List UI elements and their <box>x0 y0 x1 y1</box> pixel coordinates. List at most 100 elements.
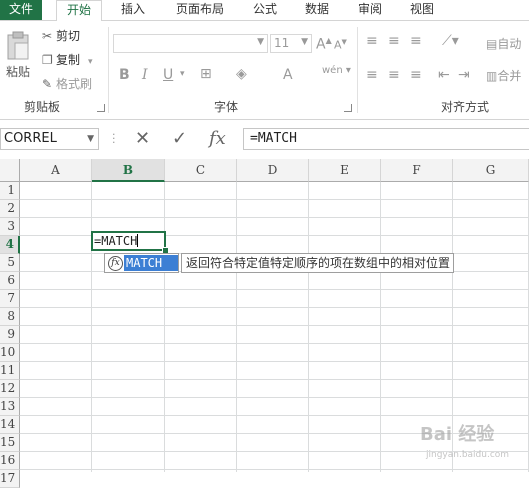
align-center-icon[interactable]: ≡ <box>388 67 400 83</box>
bold-button[interactable]: B <box>119 67 130 83</box>
row-header[interactable]: 3 <box>0 218 20 236</box>
align-middle-icon[interactable]: ≡ <box>388 33 400 49</box>
row-header[interactable]: 2 <box>0 200 20 218</box>
divider <box>108 27 109 113</box>
align-left-icon[interactable]: ≡ <box>366 67 378 83</box>
tab-formulas[interactable]: 公式 <box>245 0 285 21</box>
row-header[interactable]: 5 <box>0 254 20 272</box>
paste-button[interactable]: 粘贴 <box>6 63 30 80</box>
row-header[interactable]: 14 <box>0 416 20 434</box>
font-group-label: 字体 <box>214 100 239 114</box>
phonetic-icon: wén <box>322 65 343 76</box>
format-painter-label: 格式刷 <box>56 77 93 91</box>
tab-insert[interactable]: 插入 <box>112 0 154 21</box>
row-header-selected[interactable]: 4 <box>0 236 20 254</box>
underline-button[interactable]: U <box>163 67 173 83</box>
row-header[interactable]: 6 <box>0 272 20 290</box>
row-header[interactable]: 16 <box>0 452 20 470</box>
row-header[interactable]: 11 <box>0 362 20 380</box>
column-header[interactable]: D <box>237 159 309 182</box>
insert-function-button[interactable]: fx <box>209 128 226 150</box>
align-bottom-icon[interactable]: ≡ <box>410 33 422 49</box>
autocomplete-item-match[interactable]: MATCH <box>124 255 178 271</box>
row-header[interactable]: 17 <box>0 470 20 488</box>
copy-icon: ❐ <box>42 53 53 67</box>
increase-indent-icon[interactable]: ⇥ <box>458 67 470 83</box>
row-header[interactable]: 10 <box>0 344 20 362</box>
row-header[interactable]: 8 <box>0 308 20 326</box>
clipboard-group-label: 剪贴板 <box>24 100 61 114</box>
row-header[interactable]: 9 <box>0 326 20 344</box>
cell-value: =MATCH <box>94 234 138 248</box>
column-header[interactable]: C <box>165 159 237 182</box>
enter-icon[interactable]: ✓ <box>172 128 187 150</box>
watermark-logo: Bai 经验 jingyan.baidu.com <box>420 420 509 460</box>
phonetic-button[interactable]: wén ▾ <box>322 65 351 76</box>
format-painter-button[interactable]: ✎ 格式刷 <box>42 75 92 92</box>
chevron-down-icon: ▼ <box>257 37 264 47</box>
active-cell[interactable]: =MATCH <box>91 231 166 251</box>
fill-color-icon[interactable]: ◈ <box>236 66 247 82</box>
grow-font-icon: A <box>316 36 326 53</box>
row-header[interactable]: 1 <box>0 182 20 200</box>
column-header[interactable]: E <box>309 159 381 182</box>
watermark-sub: jingyan.baidu.com <box>426 450 510 460</box>
tab-file[interactable]: 文件 <box>0 0 42 21</box>
italic-button[interactable]: I <box>142 67 148 83</box>
wrap-text-button[interactable]: ▤自动 <box>486 35 521 52</box>
watermark-text: Bai 经验 <box>420 424 495 445</box>
paintbrush-icon: ✎ <box>42 77 53 91</box>
chevron-down-icon[interactable]: ▼ <box>87 129 94 149</box>
border-icon[interactable]: ⊞ <box>200 66 212 82</box>
select-all-button[interactable] <box>0 159 20 182</box>
copy-button[interactable]: ❐ 复制 ▾ <box>42 51 93 68</box>
row-header[interactable]: 13 <box>0 398 20 416</box>
cancel-icon[interactable]: ✕ <box>135 128 150 150</box>
merge-button[interactable]: ▥合并 <box>486 67 521 84</box>
tab-data[interactable]: 数据 <box>297 0 337 21</box>
chevron-down-icon[interactable]: ▾ <box>180 69 185 79</box>
align-right-icon[interactable]: ≡ <box>410 67 422 83</box>
font-color-button[interactable]: A <box>283 67 293 83</box>
name-box-value: CORREL <box>4 131 57 146</box>
row-header[interactable]: 12 <box>0 380 20 398</box>
shrink-font-button[interactable]: A▼ <box>334 38 347 52</box>
row-header[interactable]: 7 <box>0 290 20 308</box>
gridline <box>91 182 92 472</box>
orientation-icon[interactable]: ⟋▾ <box>442 33 459 49</box>
column-header[interactable]: A <box>20 159 92 182</box>
font-size-select[interactable]: 11 ▼ <box>270 34 312 53</box>
gridline <box>164 182 165 472</box>
autocomplete-dropdown: fx MATCH <box>104 253 179 273</box>
decrease-indent-icon[interactable]: ⇤ <box>438 67 450 83</box>
ribbon-tabbar: 文件 开始 插入 页面布局 公式 数据 审阅 视图 <box>0 0 529 21</box>
tab-home[interactable]: 开始 <box>56 0 102 21</box>
name-box[interactable]: CORREL ▼ <box>0 128 99 150</box>
scissors-icon: ✂ <box>42 29 53 43</box>
tab-page-layout[interactable]: 页面布局 <box>168 0 232 21</box>
shrink-font-icon: A <box>334 38 342 52</box>
column-header[interactable]: G <box>453 159 529 182</box>
font-name-select[interactable]: ▼ <box>113 34 268 53</box>
cut-button[interactable]: ✂ 剪切 <box>42 27 80 44</box>
chevron-down-icon: ▼ <box>301 37 308 47</box>
clipboard-launcher-icon[interactable] <box>97 104 105 112</box>
paste-icon[interactable] <box>6 31 30 61</box>
formula-bar-area: CORREL ▼ · · · ✕ ✓ fx =MATCH <box>0 120 529 158</box>
grow-font-button[interactable]: A▲ <box>316 36 332 53</box>
gridline <box>236 182 237 472</box>
tab-review[interactable]: 审阅 <box>350 0 390 21</box>
ribbon: 粘贴 ✂ 剪切 ❐ 复制 ▾ ✎ 格式刷 剪贴板 ▼ 11 ▼ A▲ A▼ B I U ▾… <box>0 21 529 120</box>
tab-view[interactable]: 视图 <box>402 0 442 21</box>
cut-label: 剪切 <box>56 29 81 43</box>
column-header[interactable]: F <box>381 159 453 182</box>
formula-input[interactable]: =MATCH <box>243 128 529 150</box>
font-color-icon: A <box>283 67 293 83</box>
grip-icon[interactable]: · · · <box>112 129 116 148</box>
align-top-icon[interactable]: ≡ <box>366 33 378 49</box>
alignment-group-label: 对齐方式 <box>441 100 490 114</box>
font-launcher-icon[interactable] <box>344 104 352 112</box>
wrap-text-icon: ▤ <box>486 37 498 51</box>
row-header[interactable]: 15 <box>0 434 20 452</box>
column-header-selected[interactable]: B <box>92 159 165 182</box>
